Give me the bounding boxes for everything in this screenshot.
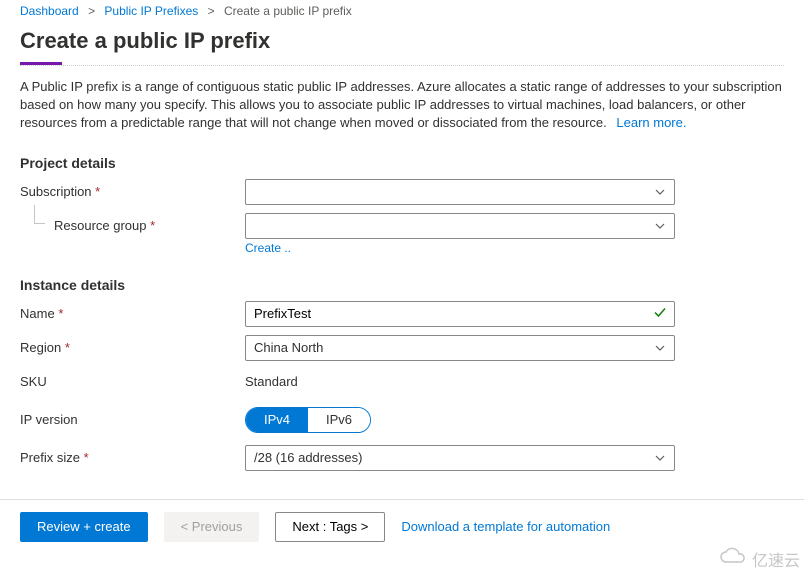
tab-strip [20,62,784,66]
create-new-link[interactable]: Create .. [245,241,291,255]
next-tags-button[interactable]: Next : Tags > [275,512,385,542]
label-sku: SKU [20,369,245,389]
chevron-down-icon [654,452,666,464]
ipv4-option[interactable]: IPv4 [246,408,308,432]
breadcrumb-public-ip-prefixes[interactable]: Public IP Prefixes [104,4,198,18]
cloud-icon [718,546,748,571]
tab-basics-active[interactable] [20,62,62,65]
chevron-down-icon [654,186,666,198]
ip-version-toggle: IPv4 IPv6 [245,407,371,433]
prefix-size-select[interactable]: /28 (16 addresses) [245,445,675,471]
label-resource-group: Resource group * [20,213,245,233]
row-resource-group: Resource group * Create .. [20,213,784,255]
breadcrumb-sep: > [88,4,95,18]
label-ip-version: IP version [20,407,245,427]
chevron-down-icon [654,342,666,354]
learn-more-link[interactable]: Learn more. [616,115,686,130]
chevron-down-icon [654,220,666,232]
breadcrumb-current: Create a public IP prefix [224,4,352,18]
label-name: Name * [20,301,245,321]
ipv6-option[interactable]: IPv6 [308,408,370,432]
row-subscription: Subscription * [20,179,784,205]
row-name: Name * [20,301,784,327]
sku-value: Standard [245,369,675,389]
label-prefix-size: Prefix size * [20,445,245,465]
label-subscription: Subscription * [20,179,245,199]
section-instance-details: Instance details [20,277,784,293]
row-sku: SKU Standard [20,369,784,389]
page-title: Create a public IP prefix [0,22,804,62]
subscription-select[interactable] [245,179,675,205]
footer-bar: Review + create < Previous Next : Tags >… [0,500,804,556]
breadcrumb-sep: > [208,4,215,18]
section-project-details: Project details [20,155,784,171]
resource-group-select[interactable] [245,213,675,239]
download-template-link[interactable]: Download a template for automation [401,519,610,534]
review-create-button[interactable]: Review + create [20,512,148,542]
row-ip-version: IP version IPv4 IPv6 [20,407,784,433]
row-region: Region * China North [20,335,784,361]
label-region: Region * [20,335,245,355]
watermark: 亿速云 [718,546,800,571]
breadcrumb: Dashboard > Public IP Prefixes > Create … [0,0,804,22]
name-input[interactable] [245,301,675,327]
previous-button: < Previous [164,512,260,542]
breadcrumb-dashboard[interactable]: Dashboard [20,4,79,18]
row-prefix-size: Prefix size * /28 (16 addresses) [20,445,784,471]
region-select[interactable]: China North [245,335,675,361]
intro-text: A Public IP prefix is a range of contigu… [20,78,784,133]
